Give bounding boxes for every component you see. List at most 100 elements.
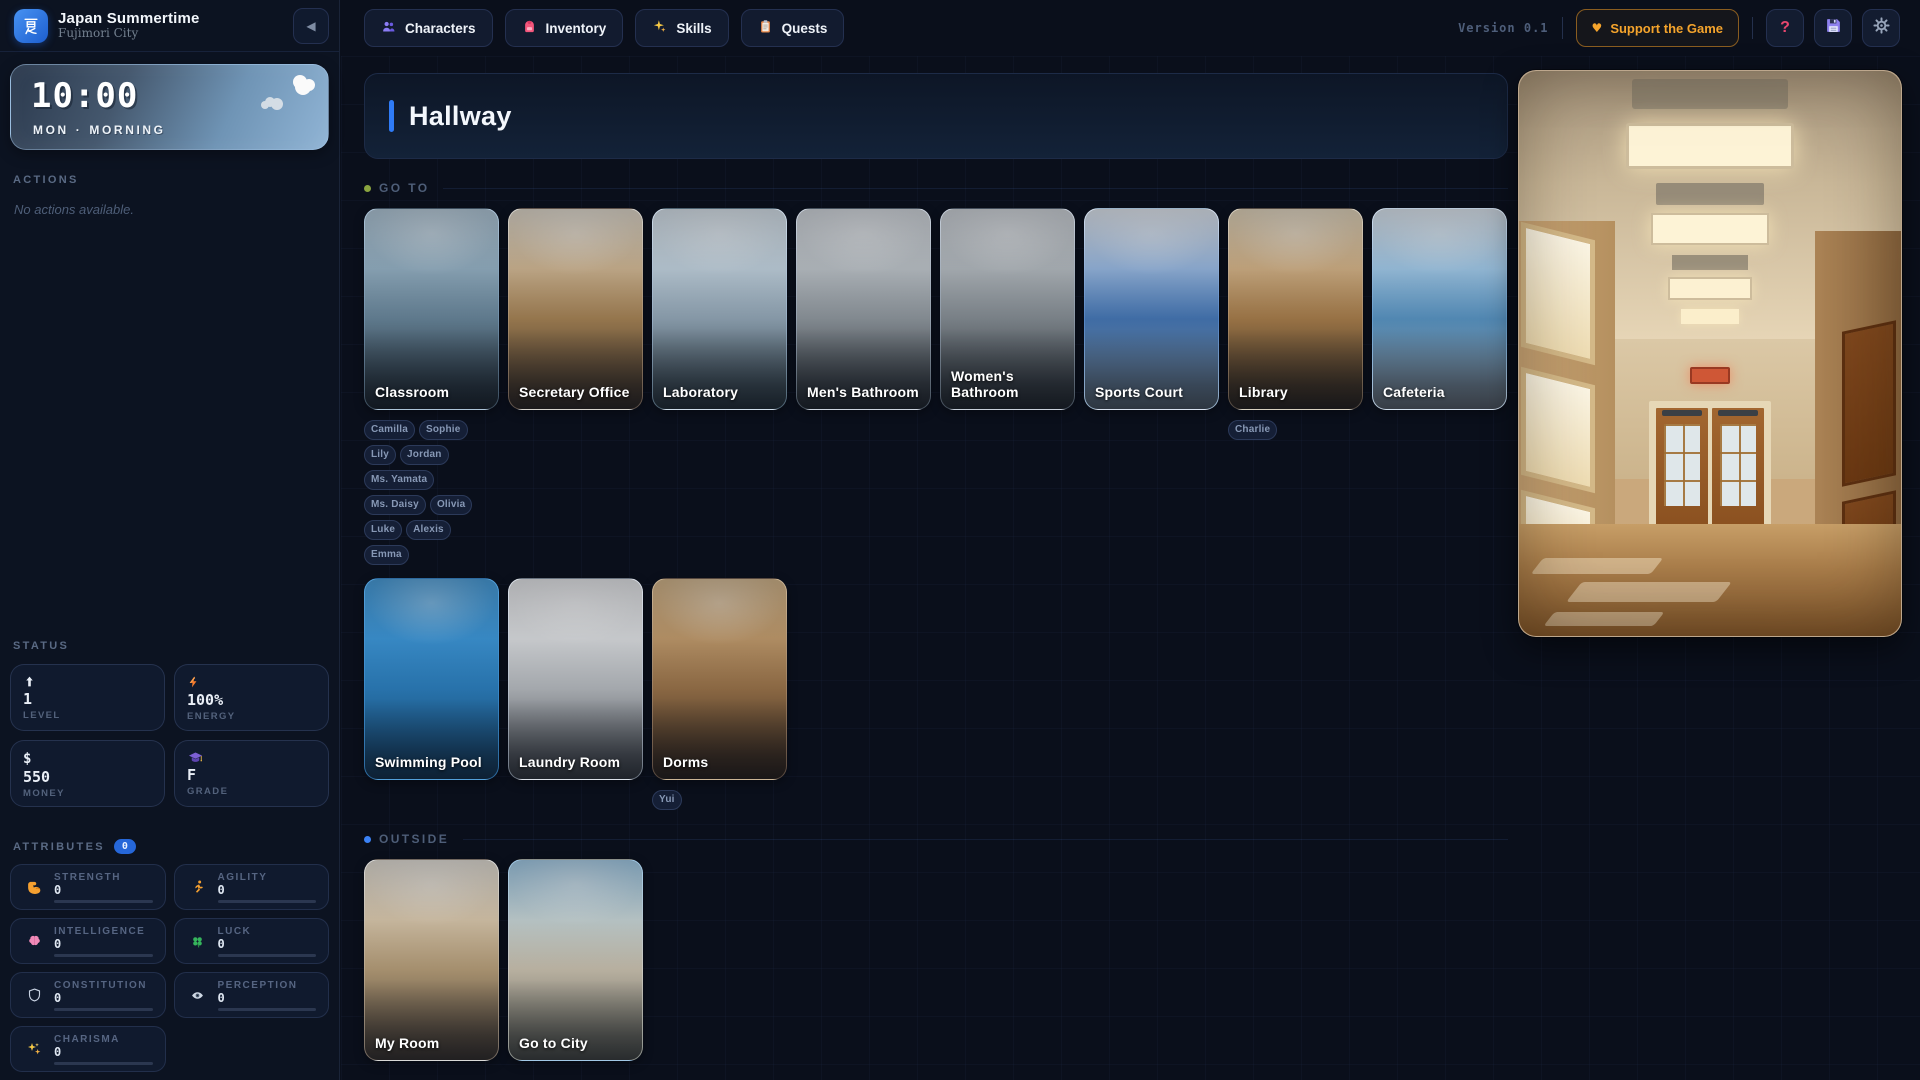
- sidebar: Japan Summertime Fujimori City ◀ 10:00 M…: [0, 0, 340, 1080]
- location-card-sports-court[interactable]: Sports Court: [1084, 208, 1219, 410]
- divider: [1752, 17, 1753, 39]
- location-card-library[interactable]: Library: [1228, 208, 1363, 410]
- inventory-icon: [522, 19, 537, 37]
- attribute-label: LUCK: [218, 926, 317, 937]
- location-card-label: Laboratory: [663, 384, 738, 400]
- nav-button-characters[interactable]: Characters: [364, 9, 493, 47]
- save-button[interactable]: [1814, 9, 1852, 47]
- shield-icon: [24, 987, 44, 1003]
- section-header-outside: OUTSIDE: [364, 832, 1508, 846]
- section-dot-icon: [364, 836, 371, 843]
- location-cell-my-room: My Room: [364, 859, 499, 1061]
- section-dot-icon: [364, 185, 371, 192]
- section-label: GO TO: [379, 181, 429, 195]
- status-label: MONEY: [23, 788, 152, 799]
- attribute-card-intelligence: INTELLIGENCE0: [10, 918, 166, 964]
- character-chip-charlie[interactable]: Charlie: [1228, 420, 1277, 440]
- no-actions-text: No actions available.: [14, 202, 325, 217]
- location-cell-sports-court: Sports Court: [1084, 208, 1219, 410]
- location-card-my-room[interactable]: My Room: [364, 859, 499, 1061]
- location-cell-library: Library Charlie: [1228, 208, 1363, 440]
- location-card-label: My Room: [375, 1035, 439, 1051]
- location-card-dorms[interactable]: Dorms: [652, 578, 787, 780]
- character-chip-yui[interactable]: Yui: [652, 790, 682, 810]
- location-cell-women-s-bathroom: Women's Bathroom: [940, 208, 1075, 410]
- character-chip-olivia[interactable]: Olivia: [430, 495, 472, 515]
- nav-buttons: Characters Inventory Skills Quests: [364, 9, 844, 47]
- attribute-value: 0: [218, 883, 317, 897]
- skills-icon: [652, 19, 667, 37]
- attribute-card-agility: AGILITY0: [174, 864, 330, 910]
- location-card-go-to-city[interactable]: Go to City: [508, 859, 643, 1061]
- location-card-women-s-bathroom[interactable]: Women's Bathroom: [940, 208, 1075, 410]
- location-card-cafeteria[interactable]: Cafeteria: [1372, 208, 1507, 410]
- character-chip-jordan[interactable]: Jordan: [400, 445, 449, 465]
- nav-button-label: Quests: [782, 21, 828, 36]
- nav-button-skills[interactable]: Skills: [635, 9, 728, 47]
- location-card-label: Sports Court: [1095, 384, 1183, 400]
- nav-button-label: Inventory: [546, 21, 607, 36]
- gear-icon: [1873, 17, 1890, 39]
- location-card-swimming-pool[interactable]: Swimming Pool: [364, 578, 499, 780]
- main-area: Characters Inventory Skills Quests Version …: [341, 0, 1920, 1080]
- location-cards-row: My Room Go to City: [364, 859, 1508, 1061]
- location-card-men-s-bathroom[interactable]: Men's Bathroom: [796, 208, 931, 410]
- question-mark-icon: ?: [1780, 19, 1790, 37]
- section-header-go-to: GO TO: [364, 181, 1508, 195]
- location-cell-men-s-bathroom: Men's Bathroom: [796, 208, 931, 410]
- location-card-label: Secretary Office: [519, 384, 630, 400]
- status-grid: 1LEVEL100%ENERGY$550MONEYFGRADE: [10, 664, 329, 807]
- weather-clouds-icon: [252, 71, 318, 120]
- attribute-label: AGILITY: [218, 872, 317, 883]
- character-chip-alexis[interactable]: Alexis: [406, 520, 451, 540]
- app-title: Japan Summertime: [58, 10, 200, 27]
- settings-button[interactable]: [1862, 9, 1900, 47]
- sidebar-header: Japan Summertime Fujimori City ◀: [0, 0, 339, 52]
- location-card-classroom[interactable]: Classroom: [364, 208, 499, 410]
- attribute-progress-bar: [218, 1008, 317, 1011]
- topbar-right: Version 0.1 ♥ Support the Game ?: [1458, 9, 1900, 47]
- character-chip-camilla[interactable]: Camilla: [364, 420, 415, 440]
- attribute-value: 0: [54, 937, 153, 951]
- location-card-label: Swimming Pool: [375, 754, 482, 770]
- attribute-label: CHARISMA: [54, 1034, 153, 1045]
- attribute-value: 0: [218, 991, 317, 1005]
- sidebar-collapse-button[interactable]: ◀: [293, 8, 329, 44]
- character-chip-luke[interactable]: Luke: [364, 520, 402, 540]
- location-card-label: Dorms: [663, 754, 708, 770]
- location-card-laundry-room[interactable]: Laundry Room: [508, 578, 643, 780]
- attribute-progress-bar: [218, 900, 317, 903]
- attribute-progress-bar: [54, 1062, 153, 1065]
- character-chip-ms-yamata[interactable]: Ms. Yamata: [364, 470, 434, 490]
- eye-icon: [188, 989, 208, 1002]
- location-card-label: Cafeteria: [1383, 384, 1445, 400]
- location-scene-image: [1518, 70, 1902, 637]
- help-button[interactable]: ?: [1766, 9, 1804, 47]
- attribute-label: INTELLIGENCE: [54, 926, 153, 937]
- character-chip-ms-daisy[interactable]: Ms. Daisy: [364, 495, 426, 515]
- support-the-game-button[interactable]: ♥ Support the Game: [1576, 9, 1739, 47]
- character-chip-lily[interactable]: Lily: [364, 445, 396, 465]
- location-card-label: Go to City: [519, 1035, 588, 1051]
- attributes-header: ATTRIBUTES 0: [13, 839, 326, 854]
- location-cell-swimming-pool: Swimming Pool: [364, 578, 499, 780]
- nav-button-inventory[interactable]: Inventory: [505, 9, 624, 47]
- character-chip-emma[interactable]: Emma: [364, 545, 409, 565]
- location-header: Hallway: [364, 73, 1508, 159]
- status-card-money: $550MONEY: [10, 740, 165, 807]
- location-card-secretary-office[interactable]: Secretary Office: [508, 208, 643, 410]
- location-card-laboratory[interactable]: Laboratory: [652, 208, 787, 410]
- nav-button-quests[interactable]: Quests: [741, 9, 845, 47]
- clock-period: MORNING: [89, 123, 165, 137]
- attribute-value: 0: [218, 937, 317, 951]
- location-cards-row: Swimming Pool Laundry Room Dorms Yui: [364, 578, 1508, 810]
- character-chips: CamillaSophie LilyJordan Ms. Yamata Ms. Dai…: [364, 420, 495, 565]
- section-divider-line: [463, 839, 1508, 840]
- character-chip-sophie[interactable]: Sophie: [419, 420, 468, 440]
- clock-time: 10:00: [31, 76, 138, 116]
- location-card-label: Laundry Room: [519, 754, 620, 770]
- attribute-progress-bar: [54, 900, 153, 903]
- location-card-label: Men's Bathroom: [807, 384, 919, 400]
- clover-icon: [188, 934, 208, 949]
- quests-icon: [758, 19, 773, 37]
